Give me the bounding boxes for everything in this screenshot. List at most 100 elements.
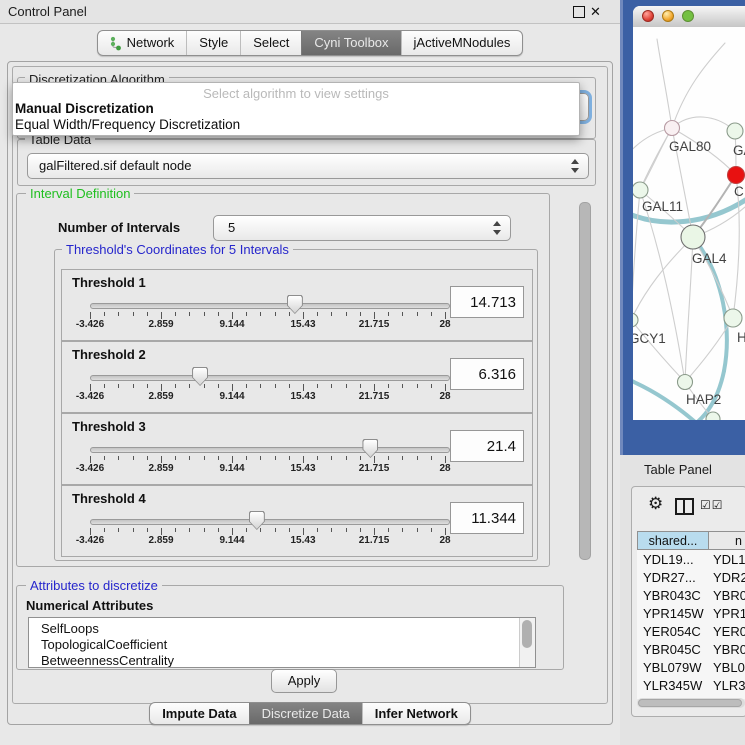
network-node-h[interactable] — [724, 309, 742, 327]
window-minimize-button[interactable] — [662, 10, 674, 22]
dropdown-option-equal-width[interactable]: Equal Width/Frequency Discretization — [13, 117, 579, 133]
network-edge[interactable] — [640, 128, 672, 190]
column-header-name[interactable]: n — [708, 531, 745, 550]
threshold-4-slider-thumb[interactable] — [249, 511, 265, 530]
threshold-1-slider-track[interactable] — [90, 303, 450, 309]
numerical-attributes-list[interactable]: SelfLoopsTopologicalCoefficientBetweenne… — [28, 617, 536, 668]
control-panel-title: Control Panel — [8, 0, 87, 23]
threshold-2-slider-thumb[interactable] — [192, 367, 208, 386]
tab-cyni-toolbox[interactable]: Cyni Toolbox — [301, 31, 400, 55]
split-table-icon[interactable] — [675, 498, 694, 515]
number-of-intervals-label: Number of Intervals — [58, 216, 180, 240]
table-row-ylr345w[interactable]: YLR345WYLR3 — [637, 677, 745, 695]
table-data-combobox[interactable]: galFiltered.sif default node — [27, 153, 589, 179]
table-panel-box: ⚙ ☑☑ shared...nYDL19...YDL1YDR27...YDR2Y… — [631, 486, 745, 717]
slider-tick-label: 2.859 — [139, 463, 183, 474]
tab-impute-data[interactable]: Impute Data — [150, 703, 248, 724]
threshold-3-slider-track[interactable] — [90, 447, 450, 453]
threshold-1-panel: Threshold 1-3.4262.8599.14415.4321.71528… — [61, 269, 533, 341]
node-attribute-table[interactable]: shared...nYDL19...YDL1YDR27...YDR2YBR043… — [637, 531, 745, 699]
network-node-gal11[interactable] — [633, 182, 648, 198]
attributes-list-scrollbar[interactable] — [519, 618, 535, 667]
network-edge[interactable] — [633, 237, 693, 320]
column-header-shared-name[interactable]: shared... — [637, 531, 709, 550]
threshold-2-slider-track[interactable] — [90, 375, 450, 381]
attribute-item-betweennesscentrality[interactable]: BetweennessCentrality — [29, 653, 535, 668]
slider-tick-label: 28 — [423, 535, 467, 546]
network-canvas[interactable]: GAL80GACGAL11GAL4GCY1HHAP2 — [633, 27, 745, 420]
network-node-c[interactable] — [728, 167, 745, 184]
network-edge[interactable] — [672, 43, 725, 128]
network-node-gal4[interactable] — [681, 225, 705, 249]
slider-tick-label: 21.715 — [352, 319, 396, 330]
slider-tick-label: 9.144 — [210, 535, 254, 546]
slider-tick-label: 28 — [423, 463, 467, 474]
slider-tick-label: 9.144 — [210, 319, 254, 330]
network-node-ga[interactable] — [727, 123, 743, 139]
threshold-1-slider-thumb[interactable] — [287, 295, 303, 314]
table-row-yer054c[interactable]: YER054CYER0 — [637, 623, 745, 641]
checkbox-columns-icon[interactable]: ☑☑ — [700, 498, 724, 512]
threshold-2-value-input[interactable]: 6.316 — [450, 358, 524, 390]
desktop-background-highlight — [620, 0, 623, 456]
window-zoom-button[interactable] — [682, 10, 694, 22]
algorithm-dropdown-popup: Select algorithm to view settings Manual… — [12, 82, 580, 136]
table-row-ybl079w[interactable]: YBL079WYBL0 — [637, 659, 745, 677]
combo-arrows-icon — [493, 221, 501, 235]
slider-tick-label: -3.426 — [68, 463, 112, 474]
network-edge[interactable] — [672, 117, 735, 131]
tab-style[interactable]: Style — [186, 31, 240, 55]
float-panel-icon[interactable] — [573, 6, 585, 18]
table-row-ypr145w[interactable]: YPR145WYPR1 — [637, 605, 745, 623]
attribute-item-topologicalcoefficient[interactable]: TopologicalCoefficient — [29, 637, 535, 653]
threshold-3-value-input[interactable]: 21.4 — [450, 430, 524, 462]
network-node-gal80[interactable] — [665, 121, 680, 136]
network-edge[interactable] — [633, 190, 640, 320]
control-panel-titlebar: Control Panel ✕ — [0, 0, 620, 24]
threshold-3-panel: Threshold 3-3.4262.8599.14415.4321.71528… — [61, 413, 533, 485]
apply-button[interactable]: Apply — [271, 669, 337, 693]
number-of-intervals-combobox[interactable]: 5 — [213, 215, 511, 241]
tab-network[interactable]: Network — [98, 31, 187, 55]
close-panel-icon[interactable]: ✕ — [590, 2, 601, 22]
threshold-4-panel: Threshold 4-3.4262.8599.14415.4321.71528… — [61, 485, 533, 557]
table-row-ybr045c[interactable]: YBR045CYBR0 — [637, 641, 745, 659]
threshold-4-slider-track[interactable] — [90, 519, 450, 525]
thresholds-group-title: Threshold's Coordinates for 5 Intervals — [62, 242, 293, 257]
network-node-label: C — [734, 184, 744, 199]
thresholds-group: Threshold 1-3.4262.8599.14415.4321.71528… — [54, 249, 538, 561]
threshold-4-value-input[interactable]: 11.344 — [450, 502, 524, 534]
threshold-3-slider-thumb[interactable] — [362, 439, 378, 458]
slider-tick-label: 21.715 — [352, 463, 396, 474]
network-node-label: H — [737, 330, 745, 345]
network-node-hap2[interactable] — [678, 375, 693, 390]
slider-tick-label: 2.859 — [139, 391, 183, 402]
table-row-ybr043c[interactable]: YBR043CYBR0 — [637, 587, 745, 605]
attribute-item-selfloops[interactable]: SelfLoops — [29, 621, 535, 637]
slider-tick-label: 21.715 — [352, 535, 396, 546]
threshold-4-label: Threshold 4 — [72, 491, 146, 506]
tab-infer-network[interactable]: Infer Network — [362, 703, 470, 724]
tab-discretize-data[interactable]: Discretize Data — [249, 703, 362, 724]
table-row-ydl19-[interactable]: YDL19...YDL1 — [637, 551, 745, 569]
table-data-combobox-value: galFiltered.sif default node — [39, 154, 191, 178]
network-edge[interactable] — [693, 237, 733, 318]
tab-jactivemnodules[interactable]: jActiveMNodules — [401, 31, 523, 55]
network-edge[interactable] — [657, 39, 672, 128]
dropdown-option-manual-discretization[interactable]: Manual Discretization — [13, 101, 579, 117]
slider-tick-label: 15.43 — [281, 319, 325, 330]
top-tab-bar: NetworkStyleSelectCyni ToolboxjActiveMNo… — [0, 30, 620, 56]
network-window-titlebar[interactable] — [633, 6, 745, 28]
settings-vertical-scrollbar[interactable] — [579, 202, 591, 560]
screenshot-root: Control Panel ✕ NetworkStyleSelectCyni T… — [0, 0, 745, 745]
threshold-1-value-input[interactable]: 14.713 — [450, 286, 524, 318]
table-horizontal-scrollbar[interactable] — [637, 698, 745, 708]
slider-tick-label: 21.715 — [352, 391, 396, 402]
gear-icon[interactable]: ⚙ — [648, 495, 663, 512]
tab-select[interactable]: Select — [240, 31, 301, 55]
network-node-gcy1[interactable] — [633, 313, 638, 327]
table-row-ydr27-[interactable]: YDR27...YDR2 — [637, 569, 745, 587]
window-close-button[interactable] — [642, 10, 654, 22]
numerical-attributes-label: Numerical Attributes — [26, 598, 153, 613]
network-edge[interactable] — [633, 320, 685, 382]
